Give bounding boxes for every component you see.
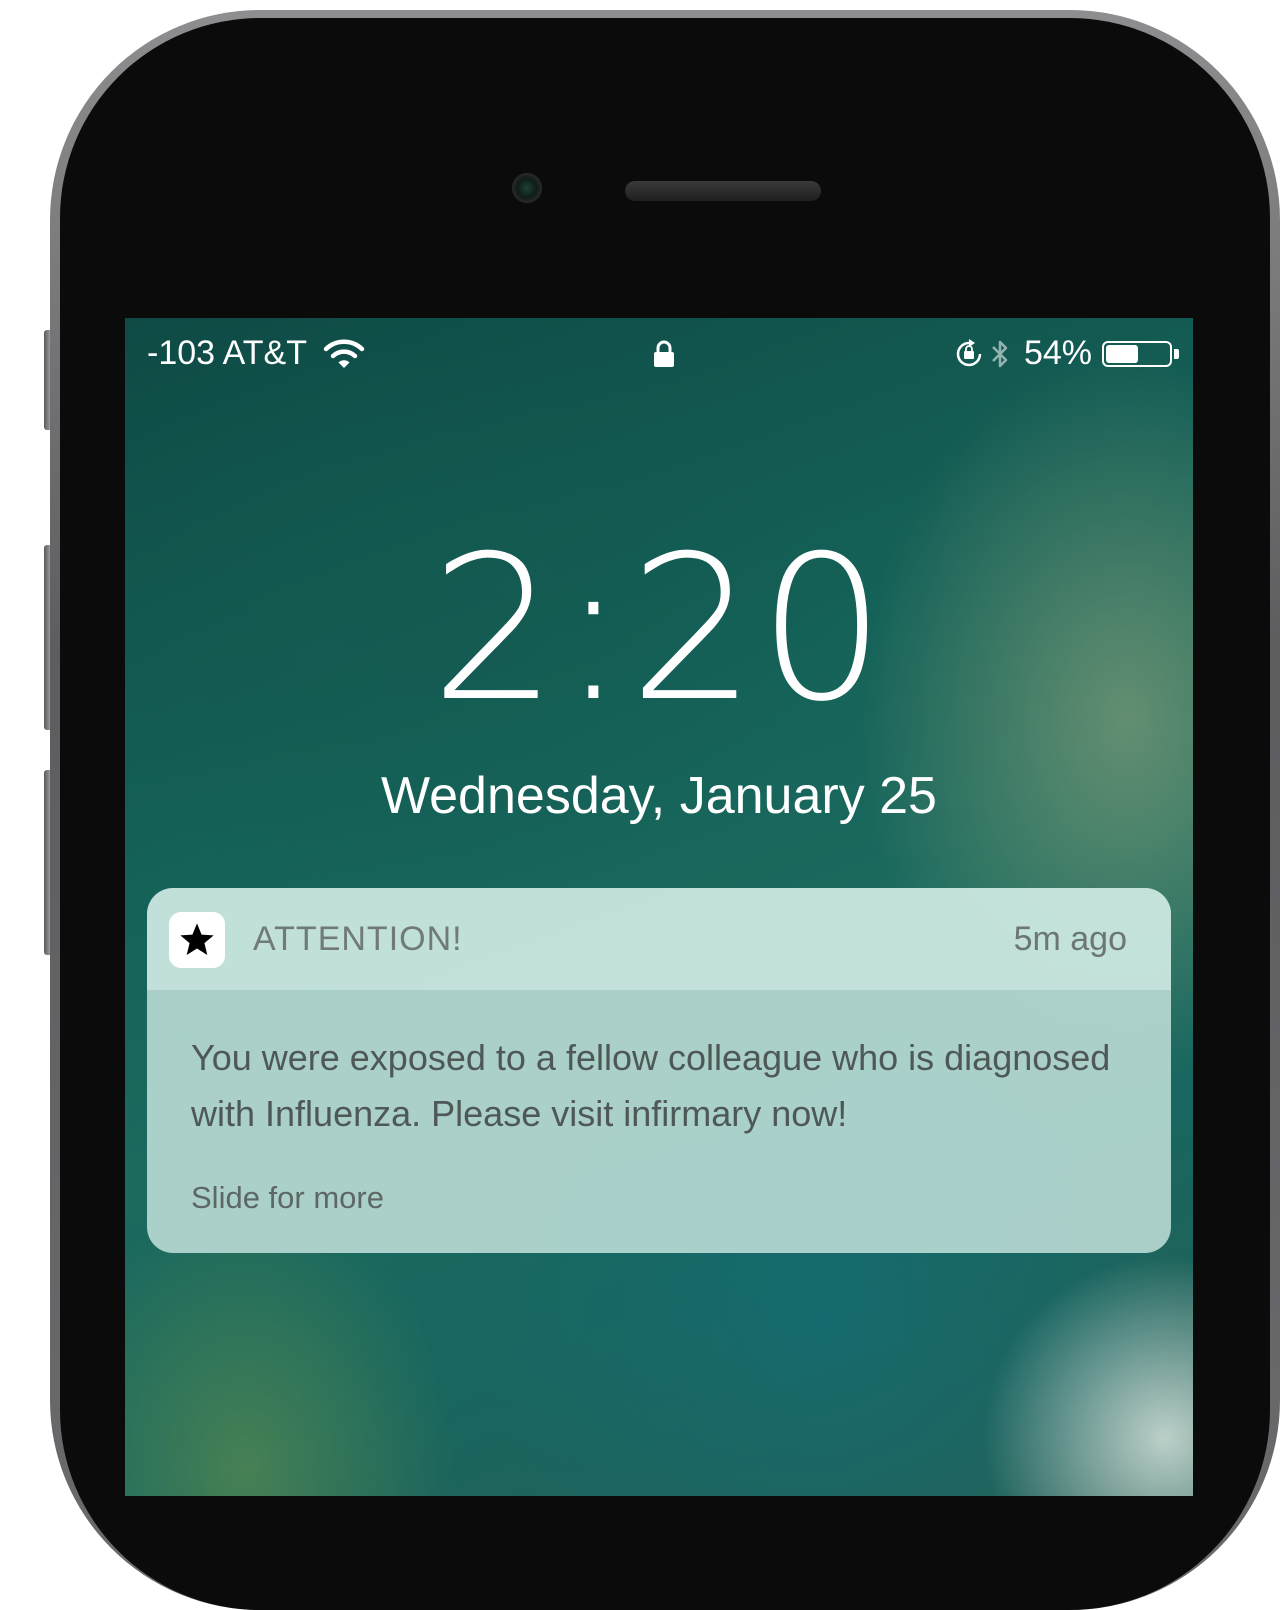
lock-screen-date: Wednesday, January 25 — [381, 767, 937, 825]
notification-message: You were exposed to a fellow colleague w… — [191, 1037, 1111, 1134]
battery-icon — [1102, 340, 1172, 367]
carrier-label: -103 AT&T — [147, 334, 307, 372]
notification-app-name: ATTENTION! — [253, 920, 463, 958]
earpiece-speaker — [625, 181, 821, 201]
lock-screen[interactable]: -103 AT&T 54% 2:20 Wednesday, January 25… — [125, 318, 1193, 1496]
notification-time: 5m ago — [1013, 920, 1127, 958]
lock-screen-clock: 2:20 — [430, 513, 888, 746]
notification-header: ATTENTION! 5m ago — [147, 888, 1171, 990]
lock-icon — [654, 340, 674, 367]
battery-tip — [1174, 348, 1179, 359]
slide-for-more-hint[interactable]: Slide for more — [191, 1180, 384, 1216]
app-icon — [169, 912, 225, 968]
star-icon — [180, 923, 214, 956]
status-bar: -103 AT&T 54% — [125, 318, 1193, 390]
rotation-lock-icon — [956, 338, 982, 366]
battery-fill — [1106, 344, 1138, 363]
status-bar-right: 54% — [954, 334, 1179, 373]
wifi-icon — [323, 339, 365, 368]
battery-percent: 54% — [1023, 334, 1092, 372]
bluetooth-icon — [992, 340, 1008, 367]
front-camera — [512, 173, 542, 203]
status-bar-left: -103 AT&T — [147, 334, 365, 373]
notification-card[interactable]: ATTENTION! 5m ago You were exposed to a … — [147, 888, 1171, 1253]
